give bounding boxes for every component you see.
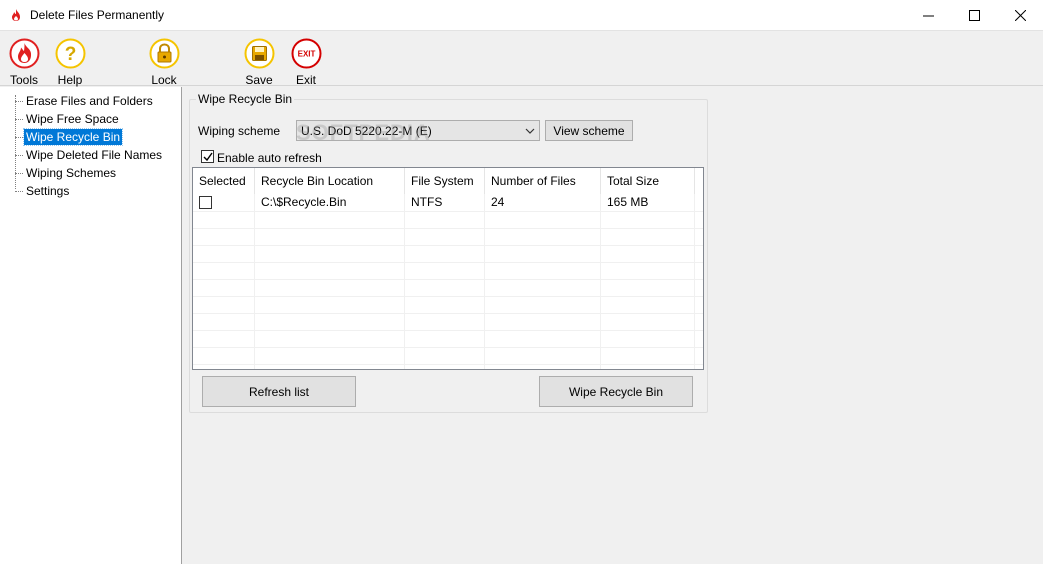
- column-header-location[interactable]: Recycle Bin Location: [255, 168, 405, 194]
- window-title: Delete Files Permanently: [30, 8, 165, 22]
- help-button[interactable]: ? Help: [48, 35, 92, 87]
- app-fire-icon: [12, 9, 20, 21]
- tools-label: Tools: [9, 73, 38, 87]
- tree-item-label: Settings: [26, 184, 70, 198]
- column-header-number-of-files[interactable]: Number of Files: [485, 168, 601, 194]
- list-header: Selected Recycle Bin Location File Syste…: [193, 168, 703, 194]
- save-label: Save: [245, 73, 273, 87]
- help-label: Help: [57, 73, 83, 87]
- lock-button[interactable]: Lock: [142, 35, 186, 87]
- tree-item-wipe-recycle-bin[interactable]: Wipe Recycle Bin: [15, 128, 124, 146]
- cell-total-size: 165 MB: [607, 195, 649, 209]
- checkmark-icon: [203, 152, 213, 162]
- navigation-tree[interactable]: Erase Files and Folders Wipe Free Space …: [0, 87, 182, 564]
- exit-label: Exit: [295, 73, 316, 87]
- tree-item-wipe-deleted-file-names[interactable]: Wipe Deleted File Names: [15, 147, 164, 163]
- cell-file-system: NTFS: [411, 195, 443, 209]
- cell-location: C:\$Recycle.Bin: [261, 195, 347, 209]
- minimize-button[interactable]: [905, 0, 951, 31]
- tree-connector: [15, 95, 16, 189]
- toolbar: Tools ? Help Lock Save EXIT Exit: [0, 31, 1043, 87]
- tree-item-wiping-schemes[interactable]: Wiping Schemes: [15, 165, 118, 181]
- lock-icon: [149, 38, 180, 69]
- column-header-total-size[interactable]: Total Size: [601, 168, 695, 194]
- auto-refresh-checkbox[interactable]: [201, 150, 214, 163]
- title-bar: Delete Files Permanently: [0, 0, 1043, 31]
- tools-button[interactable]: Tools: [2, 35, 46, 87]
- column-header-file-system[interactable]: File System: [405, 168, 485, 194]
- close-icon: [1014, 10, 1026, 21]
- fire-icon: [9, 38, 40, 69]
- maximize-button[interactable]: [951, 0, 997, 31]
- wiping-scheme-label: Wiping scheme: [198, 124, 281, 138]
- minimize-icon: [922, 15, 934, 17]
- exit-icon: EXIT: [291, 38, 322, 69]
- tree-item-label: Wipe Free Space: [26, 112, 119, 126]
- wipe-recycle-bin-button[interactable]: Wipe Recycle Bin: [539, 376, 693, 407]
- close-button[interactable]: [997, 0, 1043, 31]
- save-button[interactable]: Save: [237, 35, 281, 87]
- auto-refresh-label: Enable auto refresh: [217, 151, 322, 165]
- wiping-scheme-select[interactable]: U.S. DoD 5220.22-M (E): [296, 120, 540, 141]
- recycle-bin-list[interactable]: Selected Recycle Bin Location File Syste…: [192, 167, 704, 370]
- tree-item-label: Wiping Schemes: [26, 166, 117, 180]
- lock-label: Lock: [151, 73, 177, 87]
- column-header-selected[interactable]: Selected: [193, 168, 255, 194]
- question-icon: ?: [55, 38, 86, 69]
- tree-item-wipe-free-space[interactable]: Wipe Free Space: [15, 111, 121, 127]
- refresh-list-button[interactable]: Refresh list: [202, 376, 356, 407]
- view-scheme-button[interactable]: View scheme: [545, 120, 633, 141]
- svg-text:?: ?: [65, 44, 77, 65]
- exit-button[interactable]: EXIT Exit: [284, 35, 328, 87]
- tree-item-erase-files[interactable]: Erase Files and Folders: [15, 93, 155, 109]
- tree-item-settings[interactable]: Settings: [15, 183, 71, 199]
- tree-item-label: Wipe Deleted File Names: [26, 148, 163, 162]
- tree-item-label: Wipe Recycle Bin: [26, 130, 121, 144]
- exit-icon-text: EXIT: [298, 50, 316, 59]
- tree-item-label: Erase Files and Folders: [26, 94, 153, 108]
- cell-number-of-files: 24: [491, 195, 505, 209]
- maximize-icon: [968, 10, 980, 21]
- table-row[interactable]: C:\$Recycle.Bin NTFS 24 165 MB: [193, 194, 703, 211]
- floppy-disk-icon: [244, 38, 275, 69]
- chevron-down-icon: [525, 128, 535, 134]
- wiping-scheme-value: U.S. DoD 5220.22-M (E): [301, 124, 432, 138]
- row-select-checkbox[interactable]: [199, 196, 212, 209]
- group-title: Wipe Recycle Bin: [196, 92, 295, 106]
